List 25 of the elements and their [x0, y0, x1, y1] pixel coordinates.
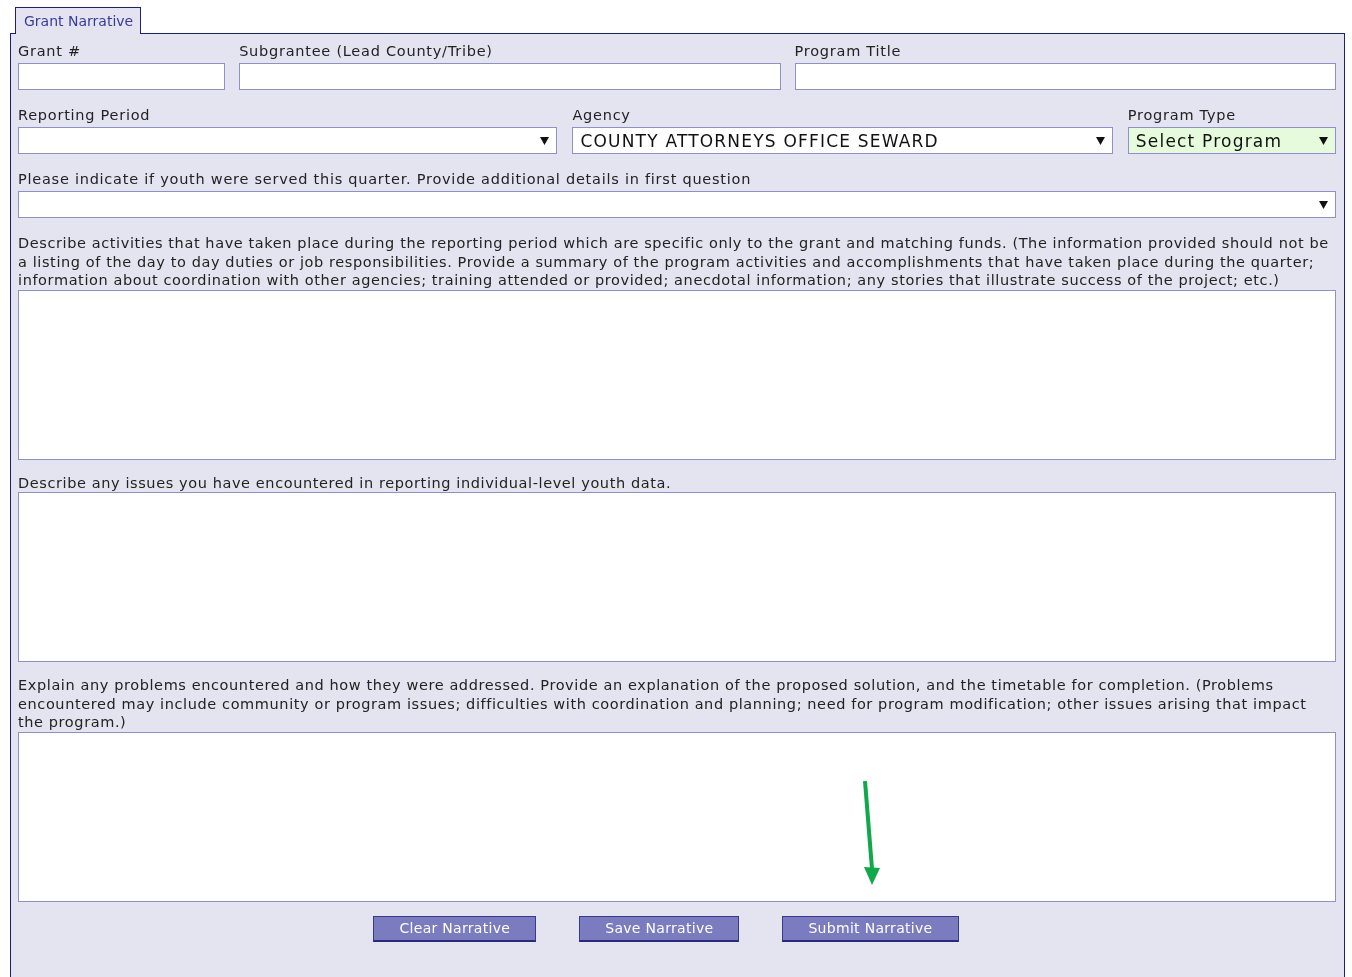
- dropdown[interactable]: [18, 127, 558, 154]
- dropdown-arrow-icon: [540, 136, 550, 145]
- dropdown[interactable]: COUNTY ATTORNEYS OFFICE SEWARD: [572, 127, 1113, 154]
- dropdown-arrow-icon: [1319, 136, 1328, 145]
- narrative-button[interactable]: Save Narrative: [579, 915, 740, 942]
- dropdown-arrow-icon: [1319, 200, 1328, 209]
- field-label: Please indicate if youth were served this quarter. Provide additional details in first question: [18, 170, 753, 189]
- question-prompt: Describe any issues you have encountered in reporting individual-level youth data.: [18, 473, 673, 492]
- text-field[interactable]: [239, 63, 781, 90]
- question-prompt: Describe activities that have taken place during the reporting period which are specific only to the grant and matching funds. (The information provided should not be a listing of the day to day duties or job responsibilities. Provide a summary of the program activities and accomplishments that have taken place during the quarter; information about coordination with other agencies; training attended or provided; anecdotal information; any stories that illustrate success of the project; etc.): [18, 234, 1330, 290]
- text-field[interactable]: [794, 63, 1336, 90]
- text-field[interactable]: [18, 63, 226, 90]
- field-label: Grant #: [18, 42, 82, 61]
- field-label: Program Title: [794, 42, 903, 61]
- field-label: Reporting Period: [18, 106, 152, 125]
- dropdown[interactable]: Select Program: [1127, 127, 1336, 154]
- narrative-button[interactable]: Clear Narrative: [373, 915, 537, 942]
- tab[interactable]: Grant Narrative: [15, 7, 142, 34]
- dropdown-arrow-icon: [1095, 136, 1105, 145]
- field-label: Agency: [572, 106, 632, 125]
- narrative-button[interactable]: Submit Narrative: [782, 915, 959, 942]
- question-prompt: Explain any problems encountered and how they were addressed. Provide an explanation of the proposed solution, and the timetable for completion. (Problems encountered may include community or program issues; difficulties with coordination and planning; need for program modification; other issues arising that impact the program.): [18, 676, 1308, 732]
- field-label: Program Type: [1127, 106, 1237, 125]
- dropdown[interactable]: [18, 191, 1336, 218]
- field-label: Subgrantee (Lead County/Tribe): [239, 42, 494, 61]
